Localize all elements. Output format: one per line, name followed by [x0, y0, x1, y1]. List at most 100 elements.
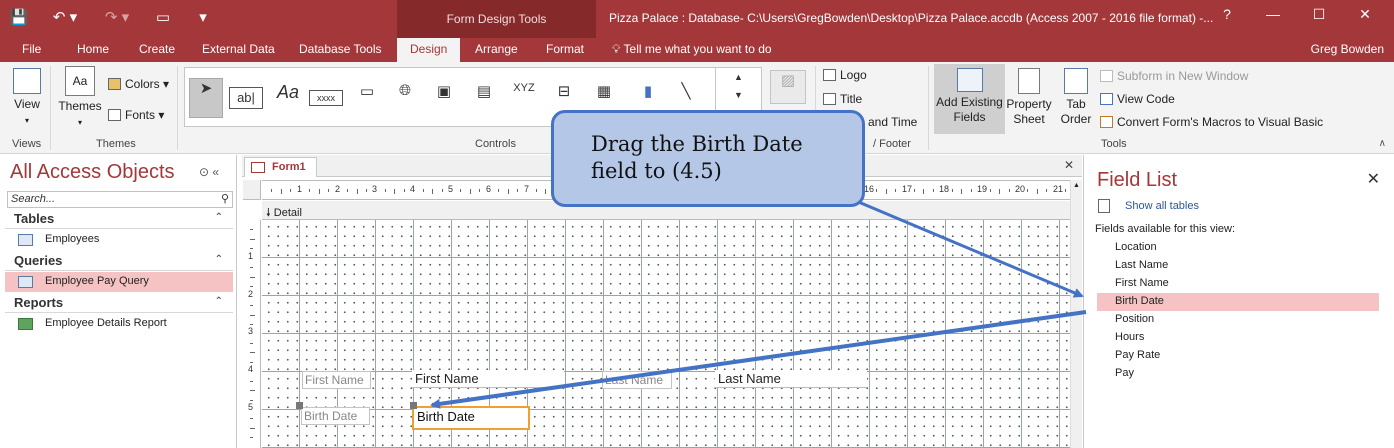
birth-date-text-control[interactable]: Birth Date — [412, 406, 530, 430]
field-item-last-name[interactable]: Last Name — [1097, 257, 1379, 275]
tab-form1[interactable]: Form1 — [244, 157, 317, 177]
ruler-tick — [479, 189, 480, 192]
convert-macros-label: Convert Form's Macros to Visual Basic — [1117, 115, 1324, 129]
collapse-ribbon-icon[interactable]: ∧ — [1379, 138, 1386, 149]
textbox-control-icon[interactable]: ab| — [229, 87, 263, 109]
nav-item-employees[interactable]: Employees — [5, 230, 233, 250]
close-form-icon[interactable]: ✕ — [1064, 158, 1074, 172]
tab-control-icon[interactable]: ▭ — [350, 82, 384, 112]
nav-search-input[interactable]: Search... ⚲ — [7, 191, 233, 208]
tab-order-button[interactable]: Tab Order — [1056, 68, 1096, 127]
nav-pane-title[interactable]: All Access Objects — [10, 161, 175, 184]
logo-button[interactable]: Logo — [823, 68, 867, 82]
colors-button[interactable]: Colors ▾ — [108, 77, 169, 91]
themes-button[interactable]: Aa Themes ▾ — [58, 66, 102, 130]
birth-date-label-control[interactable]: Birth Date — [301, 407, 370, 425]
add-existing-fields-label: Add Existing Fields — [936, 95, 1003, 124]
tab-create[interactable]: Create — [139, 42, 175, 56]
line-control-icon[interactable]: ╲ — [669, 82, 703, 112]
close-window-button[interactable]: ✕ — [1342, 6, 1388, 23]
callout-line-1: Drag the Birth Date — [591, 132, 803, 156]
field-item-position[interactable]: Position — [1097, 311, 1379, 329]
last-name-text-control[interactable]: Last Name — [715, 370, 867, 388]
insert-image-icon[interactable]: ▨ — [770, 70, 806, 104]
ruler-tick — [432, 189, 433, 194]
move-handle[interactable] — [410, 402, 417, 409]
nav-item-employee-pay-query[interactable]: Employee Pay Query — [5, 272, 233, 292]
help-icon[interactable]: ? — [1204, 6, 1250, 23]
nav-group-tables[interactable]: Tables ⌃ — [5, 211, 233, 229]
view-button[interactable]: View ▾ — [9, 68, 45, 128]
title-button[interactable]: Title — [823, 92, 862, 106]
label-control-icon[interactable]: Aa — [271, 82, 305, 112]
ruler-tick — [1027, 189, 1028, 192]
button-control-icon[interactable]: xxxx — [309, 90, 343, 106]
detail-section-grid[interactable]: First Name First Name Last Name Last Nam… — [262, 220, 1070, 448]
subform-new-window-button[interactable]: Subform in New Window — [1100, 69, 1248, 83]
tab-arrange[interactable]: Arrange — [475, 42, 518, 56]
tab-format[interactable]: Format — [546, 42, 584, 56]
tab-database-tools[interactable]: Database Tools — [299, 42, 382, 56]
field-item-pay[interactable]: Pay — [1097, 365, 1379, 383]
nav-item-employee-details-report[interactable]: Employee Details Report — [5, 314, 233, 334]
save-icon[interactable]: 💾 — [8, 8, 30, 26]
ruler-tick — [517, 189, 518, 192]
first-name-label-control[interactable]: First Name — [302, 371, 371, 389]
show-all-tables-link[interactable]: Show all tables — [1125, 200, 1199, 212]
combo-box-control-icon[interactable]: ▦ — [587, 82, 621, 112]
chart-control-icon[interactable]: ▮ — [631, 82, 665, 112]
first-name-text-control[interactable]: First Name — [412, 370, 564, 388]
tab-external-data[interactable]: External Data — [202, 42, 275, 56]
fonts-button[interactable]: Fonts ▾ — [108, 108, 164, 122]
page-break-control-icon[interactable]: ⊟ — [547, 82, 581, 112]
tab-order-label: Tab Order — [1060, 97, 1092, 126]
close-field-list-icon[interactable]: ✕ — [1367, 169, 1380, 189]
tab-home[interactable]: Home — [77, 42, 109, 56]
tab-file[interactable]: File — [22, 42, 41, 56]
ruler-corner[interactable] — [243, 180, 261, 200]
form-vertical-scrollbar[interactable]: ▲ — [1070, 180, 1082, 448]
navigation-control-icon[interactable]: ▤ — [467, 82, 501, 112]
ruler-tick — [394, 189, 395, 194]
undo-icon[interactable]: ↶ ▾ — [48, 8, 82, 26]
customize-qat-icon[interactable]: ▾ — [192, 8, 214, 26]
nav-group-label: Queries — [14, 253, 63, 268]
convert-macros-button[interactable]: Convert Form's Macros to Visual Basic — [1100, 115, 1323, 129]
move-handle[interactable] — [296, 402, 303, 409]
collapse-chevron-icon: ⌃ — [214, 296, 223, 307]
add-existing-fields-button[interactable]: Add Existing Fields — [934, 68, 1005, 125]
tab-design[interactable]: Design — [397, 38, 461, 62]
open-folder-icon[interactable]: ▭ — [152, 8, 174, 26]
last-name-label-control[interactable]: Last Name — [602, 371, 672, 389]
hyperlink-control-icon[interactable]: 🌐︎ — [388, 82, 422, 112]
ruler-tick — [250, 400, 253, 401]
option-group-control-icon[interactable]: XYZ — [507, 82, 541, 112]
minimize-button[interactable]: — — [1250, 6, 1296, 23]
tell-me-search[interactable]: 💡︎ Tell me what you want to do — [612, 42, 772, 57]
redo-icon[interactable]: ↷ ▾ — [100, 8, 134, 26]
web-browser-control-icon[interactable]: ▣ — [427, 82, 461, 112]
nav-group-reports[interactable]: Reports ⌃ — [5, 295, 233, 313]
property-sheet-button[interactable]: Property Sheet — [1006, 68, 1052, 127]
field-list-title: Field List — [1097, 169, 1178, 191]
select-pointer-icon[interactable]: ➤ — [189, 78, 223, 118]
ruler-tick — [250, 229, 253, 230]
collapse-chevron-icon: ⌃ — [214, 212, 223, 223]
date-time-button[interactable]: and Time — [868, 115, 917, 129]
field-item-birth-date[interactable]: Birth Date — [1097, 293, 1379, 311]
view-code-button[interactable]: View Code — [1100, 92, 1175, 106]
nav-group-queries[interactable]: Queries ⌃ — [5, 253, 233, 271]
field-item-hours[interactable]: Hours — [1097, 329, 1379, 347]
scroll-up-icon[interactable]: ▲ — [1073, 182, 1080, 189]
property-sheet-label: Property Sheet — [1006, 97, 1052, 126]
user-name[interactable]: Greg Bowden — [1311, 42, 1384, 56]
vertical-ruler[interactable]: 1 2 3 4 5 — [243, 220, 261, 448]
restore-button[interactable]: ☐ — [1296, 6, 1342, 23]
field-item-first-name[interactable]: First Name — [1097, 275, 1379, 293]
field-item-location[interactable]: Location — [1097, 239, 1379, 257]
collapse-chevron-icon: ⌃ — [214, 254, 223, 265]
field-item-pay-rate[interactable]: Pay Rate — [1097, 347, 1379, 365]
nav-pane-controls-icon[interactable]: ⊙ « — [199, 165, 219, 179]
ruler-tick — [250, 248, 253, 249]
callout-line-2: field to (4.5) — [591, 159, 722, 183]
